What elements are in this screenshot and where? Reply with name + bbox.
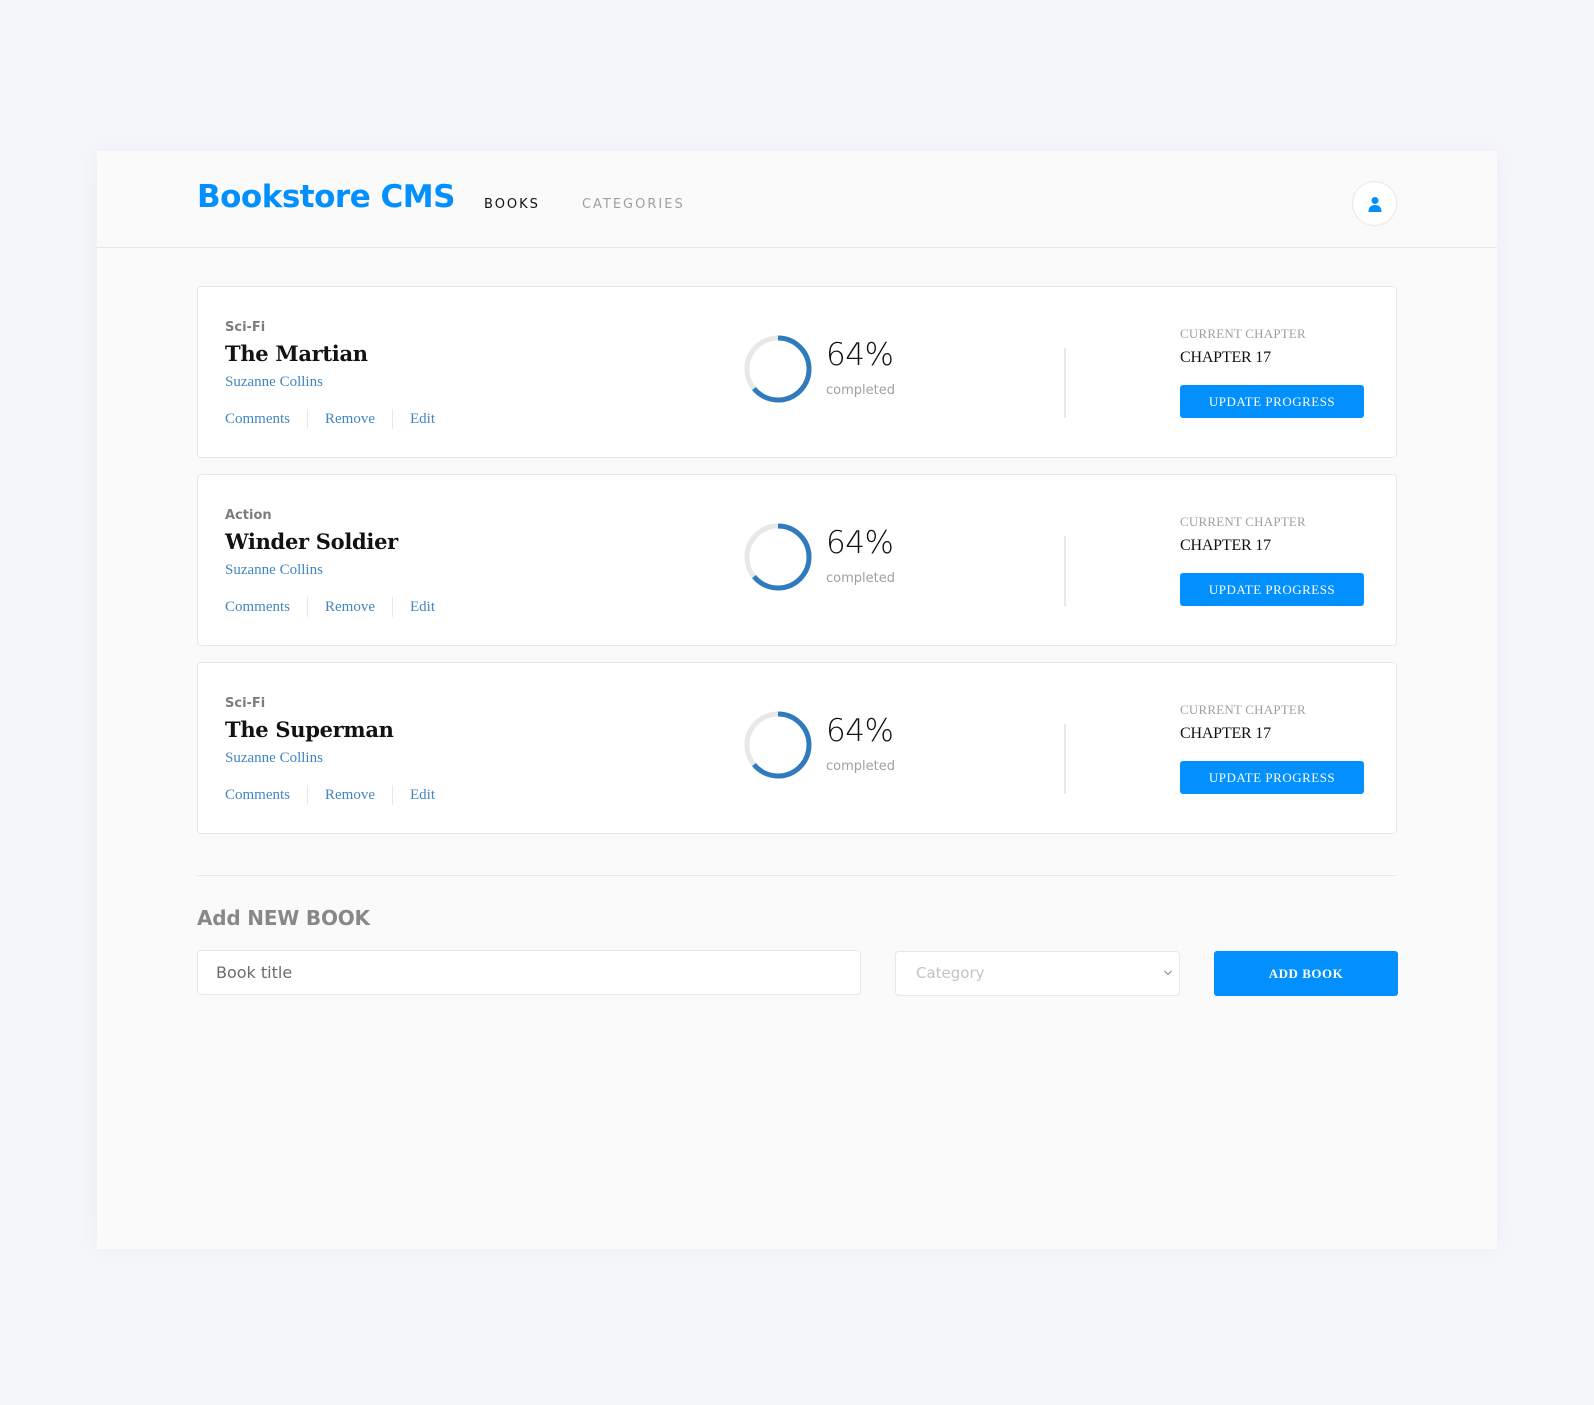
progress-percent: 64% — [826, 525, 894, 561]
current-chapter-label: CURRENT CHAPTER — [1180, 326, 1306, 341]
progress-completed-label: completed — [826, 571, 895, 586]
current-chapter: CHAPTER 17 — [1180, 537, 1271, 554]
progress-ring — [744, 711, 812, 779]
book-actions: Comments Remove Edit — [225, 597, 435, 617]
comments-button[interactable]: Comments — [225, 787, 290, 804]
progress-percent: 64% — [826, 713, 894, 749]
progress-ring — [744, 335, 812, 403]
book-actions: Comments Remove Edit — [225, 785, 435, 805]
remove-button[interactable]: Remove — [325, 787, 375, 804]
book-author[interactable]: Suzanne Collins — [225, 374, 323, 391]
card-divider — [1064, 724, 1066, 794]
current-chapter-label: CURRENT CHAPTER — [1180, 514, 1306, 529]
add-book-title: Add NEW BOOK — [197, 906, 370, 930]
update-progress-button[interactable]: UPDATE PROGRESS — [1180, 761, 1364, 794]
user-icon — [1368, 196, 1381, 212]
action-divider — [307, 409, 309, 429]
current-chapter: CHAPTER 17 — [1180, 349, 1271, 366]
logo[interactable]: Bookstore CMS — [197, 179, 455, 215]
action-divider — [392, 597, 394, 617]
edit-button[interactable]: Edit — [410, 599, 435, 616]
book-card: Sci-Fi The Superman Suzanne Collins Comm… — [197, 662, 1397, 834]
nav-categories[interactable]: CATEGORIES — [582, 197, 685, 212]
chevron-down-icon — [1164, 970, 1172, 976]
action-divider — [392, 785, 394, 805]
progress-completed-label: completed — [826, 759, 895, 774]
book-actions: Comments Remove Edit — [225, 409, 435, 429]
comments-button[interactable]: Comments — [225, 411, 290, 428]
book-genre: Sci-Fi — [225, 320, 266, 335]
action-divider — [307, 597, 309, 617]
book-genre: Sci-Fi — [225, 696, 266, 711]
book-title: Winder Soldier — [225, 529, 398, 554]
action-divider — [392, 409, 394, 429]
edit-button[interactable]: Edit — [410, 787, 435, 804]
header: Bookstore CMS BOOKS CATEGORIES — [97, 151, 1497, 248]
book-author[interactable]: Suzanne Collins — [225, 750, 323, 767]
app-panel: Bookstore CMS BOOKS CATEGORIES Sci-Fi Th… — [97, 151, 1497, 1249]
progress-percent: 64% — [826, 337, 894, 373]
user-button[interactable] — [1352, 181, 1397, 226]
nav-books[interactable]: BOOKS — [484, 197, 540, 212]
card-divider — [1064, 536, 1066, 606]
main-nav: BOOKS CATEGORIES — [484, 197, 685, 212]
add-book-button[interactable]: ADD BOOK — [1214, 951, 1398, 996]
progress-ring — [744, 523, 812, 591]
update-progress-button[interactable]: UPDATE PROGRESS — [1180, 573, 1364, 606]
book-genre: Action — [225, 508, 272, 523]
book-title: The Superman — [225, 717, 394, 742]
current-chapter: CHAPTER 17 — [1180, 725, 1271, 742]
remove-button[interactable]: Remove — [325, 411, 375, 428]
remove-button[interactable]: Remove — [325, 599, 375, 616]
book-author[interactable]: Suzanne Collins — [225, 562, 323, 579]
category-placeholder: Category — [916, 964, 985, 982]
section-divider — [197, 875, 1397, 876]
book-list: Sci-Fi The Martian Suzanne Collins Comme… — [197, 286, 1397, 850]
edit-button[interactable]: Edit — [410, 411, 435, 428]
book-card: Sci-Fi The Martian Suzanne Collins Comme… — [197, 286, 1397, 458]
book-card: Action Winder Soldier Suzanne Collins Co… — [197, 474, 1397, 646]
book-title-input[interactable] — [197, 950, 861, 995]
category-select[interactable]: Category — [895, 951, 1180, 996]
card-divider — [1064, 348, 1066, 418]
action-divider — [307, 785, 309, 805]
current-chapter-label: CURRENT CHAPTER — [1180, 702, 1306, 717]
comments-button[interactable]: Comments — [225, 599, 290, 616]
update-progress-button[interactable]: UPDATE PROGRESS — [1180, 385, 1364, 418]
progress-completed-label: completed — [826, 383, 895, 398]
book-title: The Martian — [225, 341, 368, 366]
